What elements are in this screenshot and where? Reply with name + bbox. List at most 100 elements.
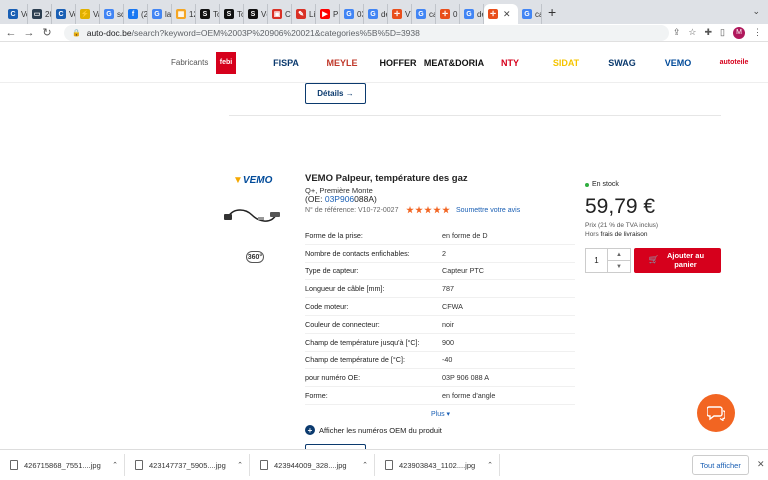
brand-logo[interactable]: NTY xyxy=(488,52,532,74)
spec-row: pour numéro OE: 03P 906 088 A xyxy=(305,369,575,388)
tab-favicon-icon: ▭ xyxy=(32,9,42,19)
brand-logo[interactable]: VEMO xyxy=(656,52,700,74)
details-button-prev[interactable]: Détails → xyxy=(305,83,366,104)
tab-search-chevron-icon[interactable]: ⌄ xyxy=(752,6,760,17)
spec-label: Forme: xyxy=(305,391,328,401)
show-oem-numbers-link[interactable]: + Afficher les numéros OEM du produit xyxy=(305,425,442,435)
brand-logo[interactable]: FISPA xyxy=(264,52,308,74)
back-icon[interactable]: ← xyxy=(4,27,18,39)
browser-tab[interactable]: Gsch xyxy=(100,4,124,24)
browser-tab[interactable]: ✛0 2 xyxy=(436,4,460,24)
download-item[interactable]: 423903843_1102....jpg ⌃ xyxy=(375,454,500,476)
download-item[interactable]: 423147737_5905....jpg ⌃ xyxy=(125,454,250,476)
browser-tab[interactable]: ▶PR xyxy=(316,4,340,24)
chevron-up-icon[interactable]: ▲ xyxy=(608,249,630,261)
product-image[interactable] xyxy=(222,203,282,229)
spec-label: Type de capteur: xyxy=(305,266,359,276)
more-specs-link[interactable]: Plus ▾ xyxy=(431,410,450,418)
manufacturers-bar: Fabricants febi FISPA MEYLE HOFFER MEAT&DORI… xyxy=(0,43,768,83)
chevron-up-icon[interactable]: ⌃ xyxy=(487,461,493,469)
sidepanel-icon[interactable]: ▯ xyxy=(720,27,725,38)
bookmark-star-icon[interactable]: ☆ xyxy=(688,27,696,38)
browser-tab[interactable]: G03l xyxy=(340,4,364,24)
browser-tab[interactable]: ✛VTe xyxy=(388,4,412,24)
tab-favicon-icon: ▶ xyxy=(320,9,330,19)
tab-label: 0 2 xyxy=(453,9,459,19)
share-icon[interactable]: ⇪ xyxy=(673,27,681,38)
add-to-cart-button[interactable]: 🛒 Ajouter au panier xyxy=(634,248,721,273)
brand-logo[interactable]: HOFFER xyxy=(376,52,420,74)
browser-tab[interactable]: CVol xyxy=(52,4,76,24)
spec-label: Champ de température de [°C]: xyxy=(305,355,405,365)
chevron-up-icon[interactable]: ⌃ xyxy=(237,461,243,469)
tab-label: Tou xyxy=(213,9,219,19)
spec-value: 2 xyxy=(442,248,446,258)
tab-favicon-icon: S xyxy=(224,9,234,19)
chevron-up-icon[interactable]: ⌃ xyxy=(362,461,368,469)
tab-favicon-icon: ▦ xyxy=(176,9,186,19)
extensions-icon[interactable]: ✚ xyxy=(705,27,713,38)
tab-label: cap xyxy=(429,9,435,19)
browser-tab[interactable]: ▣Co xyxy=(268,4,292,24)
brand-logo[interactable]: SWAG xyxy=(600,52,644,74)
chevron-up-icon[interactable]: ⌃ xyxy=(112,461,118,469)
tab-favicon-icon: S xyxy=(248,9,258,19)
browser-tab[interactable]: CVol xyxy=(4,4,28,24)
star-icon xyxy=(415,206,423,214)
view-360-icon[interactable]: 360° xyxy=(246,251,264,263)
download-filename: 423944009_328....jpg xyxy=(274,460,347,470)
stock-dot-icon xyxy=(585,182,589,187)
download-item[interactable]: 423944009_328....jpg ⌃ xyxy=(250,454,375,476)
browser-tab[interactable]: ✎Lis xyxy=(292,4,316,24)
brand-logo[interactable]: MEYLE xyxy=(320,52,364,74)
chevron-down-icon[interactable]: ▼ xyxy=(608,261,630,272)
tab-favicon-icon: ✎ xyxy=(296,9,306,19)
star-icon xyxy=(424,206,432,214)
tab-favicon-icon: G xyxy=(104,9,114,19)
forward-icon[interactable]: → xyxy=(22,27,36,39)
rating-stars[interactable] xyxy=(406,206,450,214)
tab-favicon-icon: G xyxy=(416,9,426,19)
product-title[interactable]: VEMO Palpeur, température des gaz xyxy=(305,173,468,184)
menu-dots-icon[interactable]: ⋮ xyxy=(753,27,762,38)
reload-icon[interactable]: ↻ xyxy=(40,26,54,39)
quantity-input[interactable]: 1 xyxy=(586,249,608,272)
browser-tab[interactable]: Gcap xyxy=(412,4,436,24)
new-tab-icon[interactable]: + xyxy=(548,4,562,20)
url-path: /search?keyword=OEM%2003P%20906%20021&ca… xyxy=(131,27,420,38)
browser-tab[interactable]: SVêt xyxy=(244,4,268,24)
browser-tab[interactable]: f(2) xyxy=(124,4,148,24)
tab-label: Tou xyxy=(237,9,243,19)
tab-label: (2) xyxy=(141,9,148,19)
brand-logo[interactable]: autoteile xyxy=(712,52,756,74)
tab-label: cap xyxy=(535,9,541,19)
shipping-fees-link[interactable]: frais de livraison xyxy=(601,231,648,238)
profile-avatar[interactable]: M xyxy=(733,26,745,39)
close-tab-icon[interactable]: ✕ xyxy=(503,9,511,20)
chat-icon[interactable] xyxy=(697,394,735,432)
brand-logo[interactable]: febi xyxy=(216,51,236,74)
browser-tab[interactable]: Gcap xyxy=(518,4,542,24)
browser-tab[interactable]: ▭20 xyxy=(28,4,52,24)
oe-link[interactable]: 03P906 xyxy=(325,194,354,204)
browser-tab[interactable]: STou xyxy=(196,4,220,24)
browser-tab[interactable]: Gdél xyxy=(460,4,484,24)
submit-review-link[interactable]: Soumettre votre avis xyxy=(456,207,520,214)
spec-row: Couleur de connecteur: noir xyxy=(305,316,575,334)
browser-toolbar: ← → ↻ 🔒 auto-doc.be/search?keyword=OEM%2… xyxy=(0,24,768,42)
browser-tab[interactable]: ⚡Var xyxy=(76,4,100,24)
browser-tab[interactable]: Gdél xyxy=(364,4,388,24)
brand-logo[interactable]: MEAT&DORIA xyxy=(424,52,484,74)
browser-tab-active[interactable]: ✛ ✕ xyxy=(484,4,518,24)
lock-icon[interactable]: 🔒 xyxy=(72,29,81,37)
browser-tab[interactable]: ▦12p xyxy=(172,4,196,24)
brand-logo[interactable]: SIDAT xyxy=(544,52,588,74)
browser-tab[interactable]: Glan xyxy=(148,4,172,24)
download-item[interactable]: 426715868_7551....jpg ⌃ xyxy=(0,454,125,476)
spec-value: 900 xyxy=(442,337,454,347)
browser-tab[interactable]: STou xyxy=(220,4,244,24)
tab-strip: CVol▭20CVol⚡VarGschf(2)Glan▦12pSTouSTouS… xyxy=(0,0,768,24)
show-all-button[interactable]: Tout afficher xyxy=(692,455,749,475)
close-icon[interactable]: ✕ xyxy=(757,459,765,470)
address-bar[interactable]: 🔒 auto-doc.be/search?keyword=OEM%2003P%2… xyxy=(64,24,669,41)
